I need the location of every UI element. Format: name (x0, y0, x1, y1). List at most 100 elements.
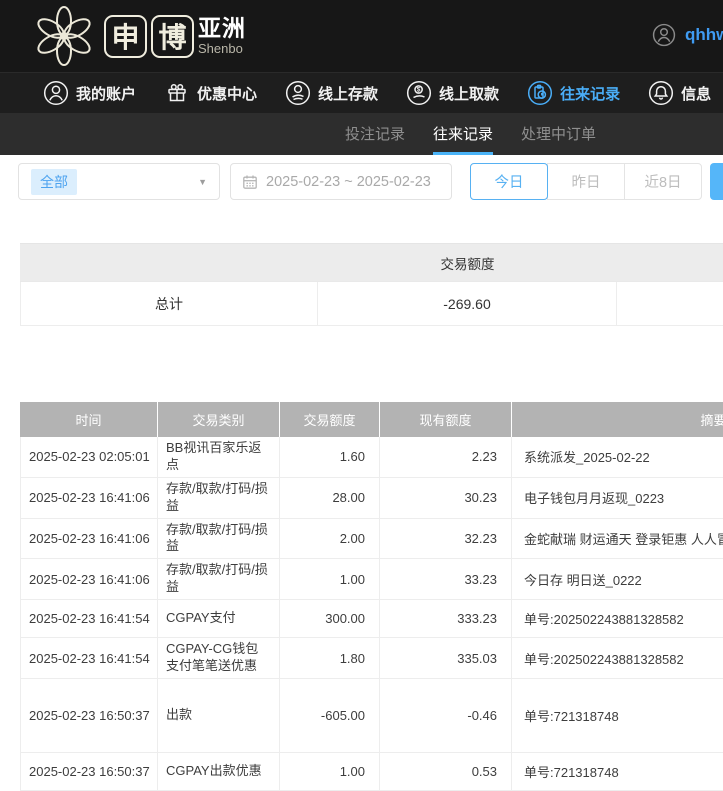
cell-balance: -0.46 (380, 679, 512, 752)
table-row: 2025-02-23 16:41:06 存款/取款/打码/损益 2.00 32.… (20, 519, 723, 560)
chevron-down-icon: ▼ (198, 177, 207, 187)
cell-type: BB视讯百家乐返点 (158, 437, 280, 477)
top-header: 申 博 亚洲 Shenbo qhhw (0, 0, 723, 72)
table-row: 2025-02-23 16:41:06 存款/取款/打码/损益 1.00 33.… (20, 559, 723, 600)
gift-icon (164, 80, 190, 106)
nav-item-label: 我的账户 (76, 83, 136, 104)
deposit-icon (285, 80, 311, 106)
transactions-table: 时间 交易类别 交易额度 现有额度 摘要 2025-02-23 02:05:01… (20, 402, 723, 791)
flower-logo-icon (28, 4, 100, 68)
cell-note: 系统派发_2025-02-22 (512, 437, 723, 477)
cell-time: 2025-02-23 16:41:54 (20, 638, 158, 678)
cell-time: 2025-02-23 16:50:37 (20, 753, 158, 790)
cell-time: 2025-02-23 16:41:06 (20, 519, 158, 559)
cell-note: 电子钱包月月返现_0223 (512, 478, 723, 518)
date-range-value: 2025-02-23 ~ 2025-02-23 (266, 174, 431, 190)
cell-amount: 1.00 (280, 559, 380, 599)
today-button[interactable]: 今日 (470, 163, 548, 200)
quick-date-buttons: 今日 昨日 近8日 (470, 163, 702, 200)
table-header-row: 时间 交易类别 交易额度 现有额度 摘要 (20, 402, 723, 437)
summary-total-blank (617, 282, 723, 325)
site-logo[interactable]: 申 博 亚洲 Shenbo (28, 4, 246, 68)
nav-item-my-account[interactable]: 我的账户 (43, 80, 136, 106)
user-icon (43, 80, 69, 106)
date-range-input[interactable]: 2025-02-23 ~ 2025-02-23 (230, 163, 452, 200)
yesterday-button[interactable]: 昨日 (547, 163, 625, 200)
cell-balance: 0.53 (380, 753, 512, 790)
col-header-note: 摘要 (512, 402, 723, 437)
tab-betting-records[interactable]: 投注记录 (345, 113, 405, 155)
type-select-dropdown[interactable]: 全部 ▼ (18, 163, 220, 200)
col-header-amount: 交易额度 (280, 402, 380, 437)
tab-label: 处理中订单 (521, 123, 596, 144)
table-row: 2025-02-23 16:50:37 出款 -605.00 -0.46 单号:… (20, 679, 723, 753)
col-header-balance: 现有额度 (380, 402, 512, 437)
search-button[interactable] (710, 163, 723, 200)
nav-item-promotions[interactable]: 优惠中心 (164, 80, 257, 106)
cell-balance: 2.23 (380, 437, 512, 477)
calendar-icon (242, 174, 258, 190)
tab-label: 往来记录 (433, 123, 493, 144)
cell-time: 2025-02-23 16:41:06 (20, 559, 158, 599)
svg-text:$: $ (417, 87, 421, 94)
table-row: 2025-02-23 16:41:54 CGPAY支付 300.00 333.2… (20, 600, 723, 638)
summary-header-blank (617, 244, 723, 281)
logo-subtitle-text: Shenbo (198, 41, 246, 56)
records-icon (527, 80, 553, 106)
cell-time: 2025-02-23 02:05:01 (20, 437, 158, 477)
cell-balance: 30.23 (380, 478, 512, 518)
cell-note: 今日存 明日送_0222 (512, 559, 723, 599)
cell-type: 存款/取款/打码/损益 (158, 478, 280, 518)
col-header-time: 时间 (20, 402, 158, 437)
nav-item-transaction-records[interactable]: 往来记录 (527, 80, 620, 106)
cell-time: 2025-02-23 16:50:37 (20, 679, 158, 752)
cell-amount: 28.00 (280, 478, 380, 518)
tab-pending-orders[interactable]: 处理中订单 (521, 113, 596, 155)
type-select-value: 全部 (31, 169, 77, 195)
cell-balance: 33.23 (380, 559, 512, 599)
col-header-type: 交易类别 (158, 402, 280, 437)
nav-item-label: 往来记录 (560, 83, 620, 104)
cell-balance: 32.23 (380, 519, 512, 559)
cell-time: 2025-02-23 16:41:06 (20, 478, 158, 518)
filter-bar: 全部 ▼ 2025-02-23 ~ 2025-02-23 今日 昨日 近8日 (0, 155, 723, 217)
record-subtabs: 投注记录 往来记录 处理中订单 (0, 113, 723, 155)
cell-time: 2025-02-23 16:41:54 (20, 600, 158, 637)
last-8-days-button[interactable]: 近8日 (624, 163, 702, 200)
logo-char-box-1: 申 (104, 15, 147, 58)
user-account-area[interactable]: qhhw (652, 23, 723, 47)
cell-amount: -605.00 (280, 679, 380, 752)
summary-total-row: 总计 -269.60 (20, 282, 723, 326)
nav-item-messages[interactable]: 信息 (648, 80, 711, 106)
logo-region-text: 亚洲 (198, 16, 246, 40)
nav-item-label: 线上取款 (439, 83, 499, 104)
cell-amount: 300.00 (280, 600, 380, 637)
withdraw-icon: $ (406, 80, 432, 106)
transaction-records-page: { "header": { "logo_char_1": "申", "logo_… (0, 0, 723, 782)
table-row: 2025-02-23 16:41:06 存款/取款/打码/损益 28.00 30… (20, 478, 723, 519)
cell-balance: 335.03 (380, 638, 512, 678)
main-nav: 我的账户 优惠中心 线上存款 $ 线上取款 (0, 72, 723, 113)
username-text: qhhw (685, 25, 723, 45)
table-row: 2025-02-23 16:41:54 CGPAY-CG钱包支付笔笔送优惠 1.… (20, 638, 723, 679)
nav-item-label: 线上存款 (318, 83, 378, 104)
cell-type: 出款 (158, 679, 280, 752)
summary-header-blank (20, 244, 318, 281)
nav-item-deposit[interactable]: 线上存款 (285, 80, 378, 106)
table-row: 2025-02-23 16:50:37 CGPAY出款优惠 1.00 0.53 … (20, 753, 723, 791)
logo-char-box-2: 博 (151, 15, 194, 58)
cell-amount: 1.00 (280, 753, 380, 790)
summary-table: 交易额度 总计 -269.60 (20, 243, 723, 326)
cell-amount: 1.60 (280, 437, 380, 477)
tab-transaction-records[interactable]: 往来记录 (433, 113, 493, 155)
button-label: 今日 (495, 171, 524, 192)
cell-type: 存款/取款/打码/损益 (158, 559, 280, 599)
bell-icon (648, 80, 674, 106)
avatar-icon (652, 23, 676, 47)
cell-type: CGPAY-CG钱包支付笔笔送优惠 (158, 638, 280, 678)
nav-item-withdraw[interactable]: $ 线上取款 (406, 80, 499, 106)
summary-header-amount: 交易额度 (318, 244, 617, 281)
table-row: 2025-02-23 02:05:01 BB视讯百家乐返点 1.60 2.23 … (20, 437, 723, 478)
button-label: 昨日 (572, 171, 601, 192)
cell-note: 金蛇献瑞 财运通天 登录钜惠 人人冒 (512, 519, 723, 559)
